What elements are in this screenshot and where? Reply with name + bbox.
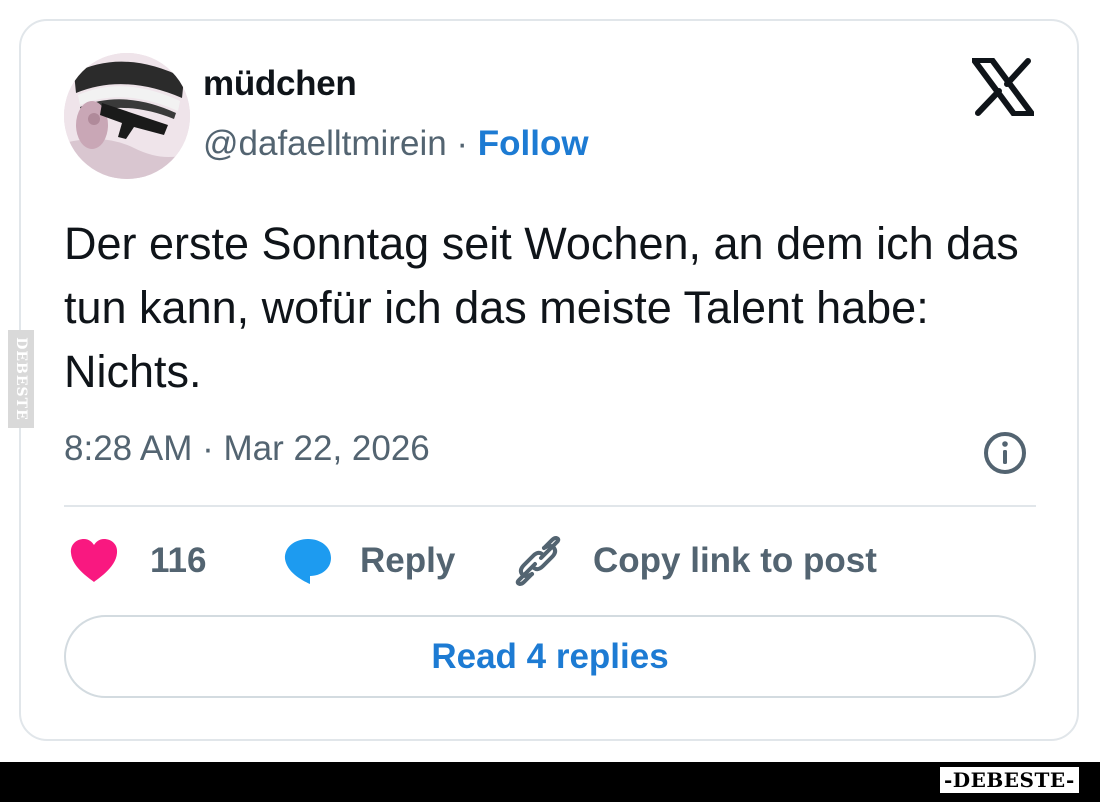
read-replies-label: Read 4 replies xyxy=(431,636,669,676)
avatar-image xyxy=(64,53,190,179)
follow-button[interactable]: Follow xyxy=(478,124,589,163)
reply-label: Reply xyxy=(360,541,456,580)
info-icon[interactable] xyxy=(982,430,1028,476)
tweet-text: Der erste Sonntag seit Wochen, an dem ic… xyxy=(64,218,1019,397)
side-watermark: DEBESTE xyxy=(8,330,34,428)
handle-separator: · xyxy=(446,124,478,163)
speech-bubble-icon xyxy=(284,539,331,584)
avatar[interactable] xyxy=(64,53,190,179)
heart-icon xyxy=(70,539,118,582)
side-watermark-text: DEBESTE xyxy=(13,337,30,421)
read-replies-button[interactable]: Read 4 replies xyxy=(64,615,1036,698)
link-icon xyxy=(515,536,561,586)
user-handle[interactable]: @dafaelltmirein xyxy=(203,124,447,163)
handle-row: @dafaelltmirein · Follow xyxy=(203,124,589,164)
divider xyxy=(64,505,1036,507)
x-logo-icon[interactable] xyxy=(971,57,1035,117)
reply-button[interactable]: Reply xyxy=(283,533,455,589)
bottom-watermark: -DEBESTE- xyxy=(940,767,1079,793)
bottom-bar: -DEBESTE- xyxy=(0,762,1100,802)
copy-link-label: Copy link to post xyxy=(593,541,877,580)
copy-link-button[interactable]: Copy link to post xyxy=(513,533,877,589)
display-name[interactable]: müdchen xyxy=(203,64,357,104)
like-button[interactable]: 116 xyxy=(68,533,206,589)
tweet-timestamp[interactable]: 8:28 AM · Mar 22, 2026 xyxy=(64,429,430,469)
like-count: 116 xyxy=(150,541,207,580)
